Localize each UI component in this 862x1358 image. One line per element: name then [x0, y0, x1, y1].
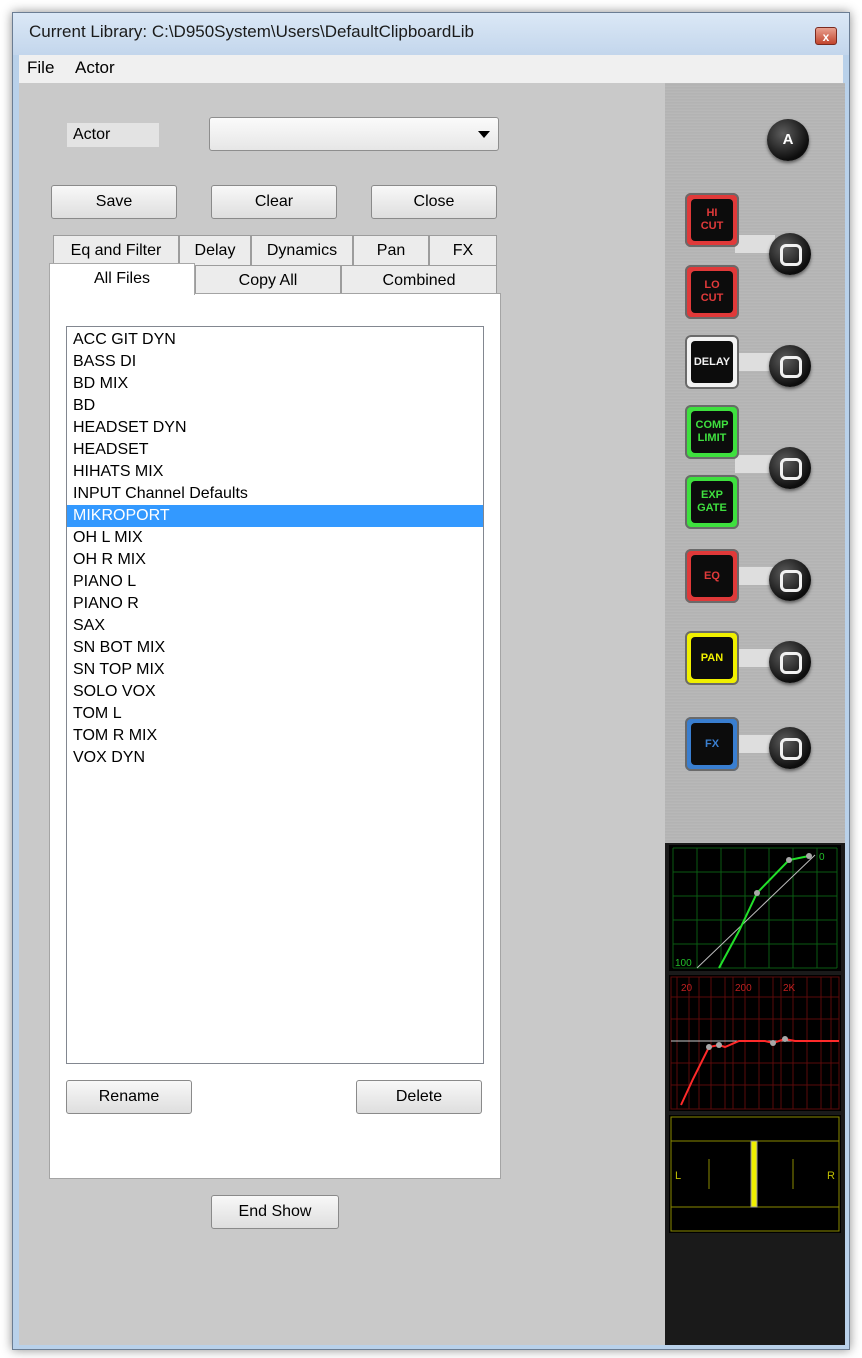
- processing-side-panel: A HI CUT LO CUT DELAY COMP LIMIT EXP GAT…: [665, 83, 845, 1345]
- close-window-button[interactable]: x: [815, 27, 837, 45]
- list-item[interactable]: HEADSET: [67, 439, 483, 461]
- library-panel: Actor Save Clear Close Eq and Filter Del…: [19, 83, 665, 1345]
- menu-file[interactable]: File: [27, 58, 54, 78]
- clear-button[interactable]: Clear: [211, 185, 337, 219]
- rename-button[interactable]: Rename: [66, 1080, 192, 1114]
- list-item[interactable]: MIKROPORT: [67, 505, 483, 527]
- tab-all-files[interactable]: All Files: [49, 263, 195, 295]
- list-item[interactable]: SAX: [67, 615, 483, 637]
- menu-actor[interactable]: Actor: [75, 58, 115, 78]
- list-item[interactable]: TOM R MIX: [67, 725, 483, 747]
- pan-scope: L R: [669, 1115, 841, 1233]
- list-item[interactable]: TOM L: [67, 703, 483, 725]
- pan-graph: L R: [670, 1116, 840, 1232]
- delay-knob[interactable]: [769, 345, 811, 387]
- lo-cut-label: LO CUT: [691, 271, 733, 313]
- fx-pad[interactable]: FX: [685, 717, 739, 771]
- dynamics-scope: 0 100: [669, 845, 841, 971]
- list-item[interactable]: ACC GIT DYN: [67, 329, 483, 351]
- file-list[interactable]: ACC GIT DYN BASS DI BD MIX BD HEADSET DYN HEA…: [66, 326, 484, 1064]
- brushed-metal-panel: A HI CUT LO CUT DELAY COMP LIMIT EXP GAT…: [665, 83, 845, 843]
- eq-freq-200-label: 200: [735, 983, 752, 994]
- tab-dynamics[interactable]: Dynamics: [251, 235, 353, 265]
- eq-scope: 20 200 2K: [669, 975, 841, 1111]
- dyn-top-label: 0: [819, 852, 825, 863]
- eq-freq-2k-label: 2K: [783, 983, 796, 994]
- pan-pad[interactable]: PAN: [685, 631, 739, 685]
- list-item[interactable]: PIANO R: [67, 593, 483, 615]
- hi-cut-label: HI CUT: [691, 199, 733, 241]
- list-item[interactable]: VOX DYN: [67, 747, 483, 769]
- list-item[interactable]: SN BOT MIX: [67, 637, 483, 659]
- dynamics-curve-graph: 0 100: [672, 847, 838, 969]
- hi-lo-cut-knob[interactable]: [769, 233, 811, 275]
- lo-cut-pad[interactable]: LO CUT: [685, 265, 739, 319]
- dynamics-knob[interactable]: [769, 447, 811, 489]
- pan-left-label: L: [675, 1170, 681, 1182]
- eq-pad[interactable]: EQ: [685, 549, 739, 603]
- eq-knob[interactable]: [769, 559, 811, 601]
- list-item[interactable]: HEADSET DYN: [67, 417, 483, 439]
- actor-a-knob[interactable]: A: [767, 119, 809, 161]
- comp-limit-pad[interactable]: COMP LIMIT: [685, 405, 739, 459]
- tab-delay[interactable]: Delay: [179, 235, 251, 265]
- pan-right-label: R: [827, 1170, 835, 1182]
- all-files-page: ACC GIT DYN BASS DI BD MIX BD HEADSET DYN HEA…: [49, 293, 501, 1179]
- tab-fx[interactable]: FX: [429, 235, 497, 265]
- pan-knob[interactable]: [769, 641, 811, 683]
- menu-bar: File Actor: [19, 55, 843, 84]
- delay-label: DELAY: [691, 341, 733, 383]
- fx-label: FX: [691, 723, 733, 765]
- list-item[interactable]: HIHATS MIX: [67, 461, 483, 483]
- delay-pad[interactable]: DELAY: [685, 335, 739, 389]
- close-button[interactable]: Close: [371, 185, 497, 219]
- tab-pan[interactable]: Pan: [353, 235, 429, 265]
- list-item[interactable]: OH R MIX: [67, 549, 483, 571]
- hi-cut-pad[interactable]: HI CUT: [685, 193, 739, 247]
- list-item[interactable]: BD MIX: [67, 373, 483, 395]
- save-button[interactable]: Save: [51, 185, 177, 219]
- pan-label: PAN: [691, 637, 733, 679]
- tab-copy-all[interactable]: Copy All: [195, 265, 341, 295]
- tab-eq-and-filter[interactable]: Eq and Filter: [53, 235, 179, 265]
- actor-dropdown[interactable]: [209, 117, 499, 151]
- end-show-button[interactable]: End Show: [211, 1195, 339, 1229]
- list-item[interactable]: OH L MIX: [67, 527, 483, 549]
- list-item[interactable]: BD: [67, 395, 483, 417]
- dyn-bottom-label: 100: [675, 958, 692, 969]
- eq-curve-graph: 20 200 2K: [670, 976, 840, 1110]
- eq-freq-20-label: 20: [681, 983, 693, 994]
- actor-label: Actor: [67, 123, 159, 147]
- window-title: Current Library: C:\D950System\Users\Def…: [29, 22, 475, 41]
- library-tab-panel: Eq and Filter Delay Dynamics Pan FX All …: [49, 231, 501, 1179]
- list-item[interactable]: SOLO VOX: [67, 681, 483, 703]
- exp-gate-label: EXP GATE: [691, 481, 733, 523]
- exp-gate-pad[interactable]: EXP GATE: [685, 475, 739, 529]
- chevron-down-icon: [478, 131, 490, 138]
- application-window: Current Library: C:\D950System\Users\Def…: [12, 12, 850, 1350]
- delete-button[interactable]: Delete: [356, 1080, 482, 1114]
- list-item[interactable]: BASS DI: [67, 351, 483, 373]
- list-item[interactable]: INPUT Channel Defaults: [67, 483, 483, 505]
- eq-label: EQ: [691, 555, 733, 597]
- list-item[interactable]: SN TOP MIX: [67, 659, 483, 681]
- comp-limit-label: COMP LIMIT: [691, 411, 733, 453]
- fx-knob[interactable]: [769, 727, 811, 769]
- list-item[interactable]: PIANO L: [67, 571, 483, 593]
- tab-combined[interactable]: Combined: [341, 265, 497, 295]
- title-bar[interactable]: Current Library: C:\D950System\Users\Def…: [13, 13, 849, 55]
